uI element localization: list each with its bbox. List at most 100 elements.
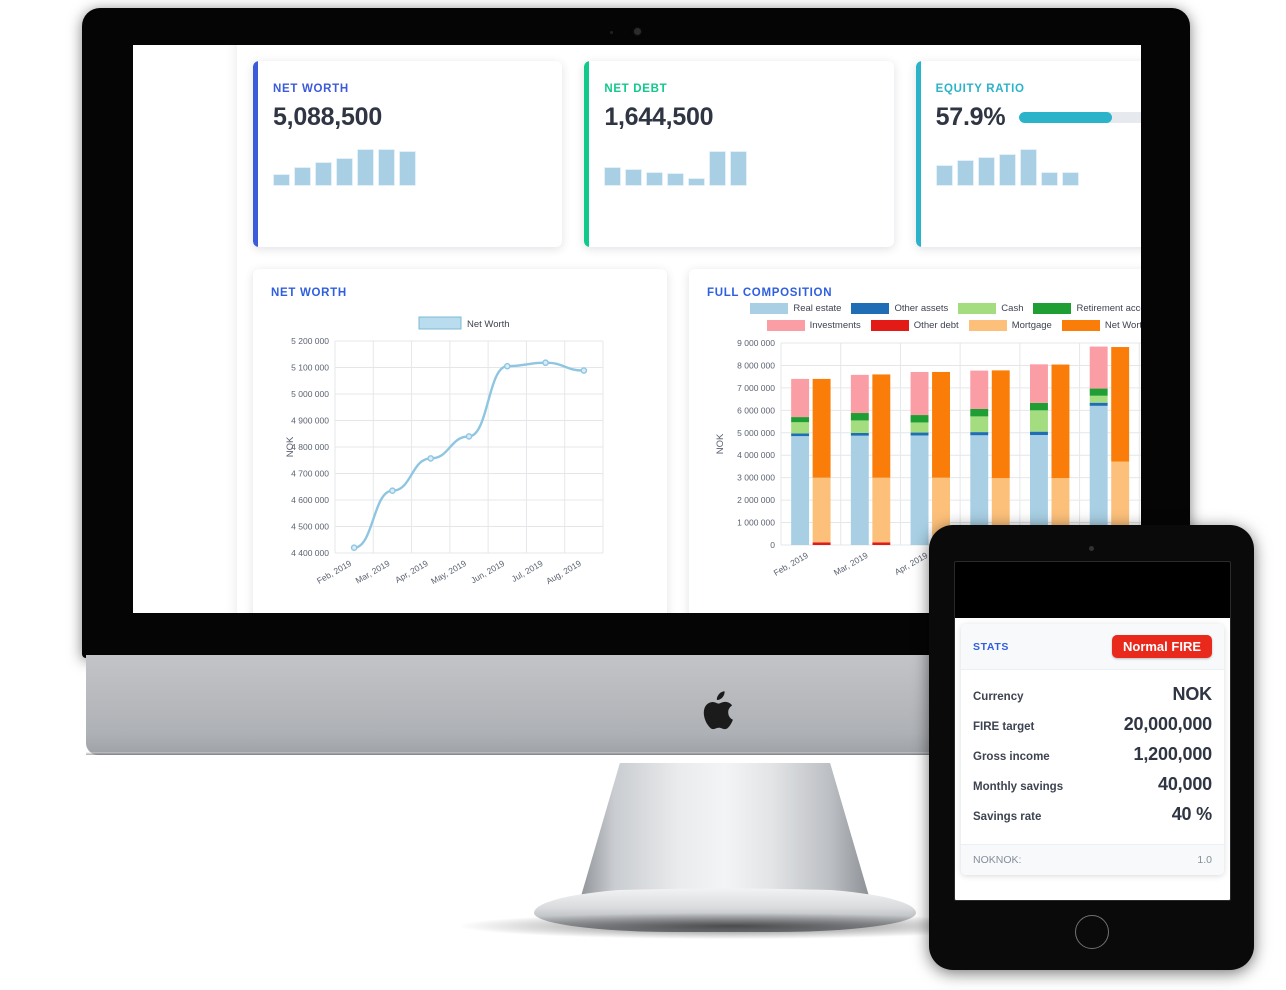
stat-value: 20,000,000: [1123, 714, 1212, 734]
svg-text:Net Worth: Net Worth: [467, 319, 510, 330]
kpi-value-row: 57.9%: [936, 103, 1141, 132]
kpi-value: 57.9%: [935, 103, 1006, 131]
dashboard-sidebar: [133, 45, 237, 613]
svg-text:NOK: NOK: [285, 436, 296, 457]
kpi-card-row: NET WORTH 5,088,500 NET DEBT 1,644,500 E…: [253, 61, 1141, 247]
sparkline-bar: [956, 160, 974, 186]
sparkline-bar: [294, 167, 311, 186]
sparkline-net-debt: [604, 144, 873, 186]
kpi-card-equity-ratio[interactable]: EQUITY RATIO 57.9%: [915, 61, 1141, 247]
stat-row: Monthly savings 40,000: [973, 774, 1212, 795]
svg-text:Apr, 2019: Apr, 2019: [393, 558, 430, 585]
stat-label: Savings rate: [973, 811, 1042, 823]
kpi-card-net-worth[interactable]: NET WORTH 5,088,500: [253, 61, 563, 247]
stat-label: Gross income: [973, 751, 1050, 763]
chart-card-title: FULL COMPOSITION: [707, 287, 833, 299]
legend-swatch: [958, 303, 997, 314]
svg-text:Jun, 2019: Jun, 2019: [469, 558, 507, 585]
stat-value: NOK: [1172, 684, 1213, 704]
kpi-accent-bar: [253, 61, 258, 247]
sparkline-bar: [604, 167, 622, 186]
svg-text:7 000 000: 7 000 000: [737, 383, 775, 393]
currency-rate-value: 1.0: [1197, 854, 1212, 866]
sparkline-bar: [977, 157, 995, 186]
svg-text:Apr, 2019: Apr, 2019: [893, 550, 930, 577]
legend-item[interactable]: Cash: [958, 303, 1023, 314]
svg-text:8 000 000: 8 000 000: [737, 360, 775, 370]
svg-text:May, 2019: May, 2019: [429, 558, 468, 586]
svg-text:3 000 000: 3 000 000: [737, 473, 775, 483]
legend-swatch: [851, 303, 890, 314]
kpi-value-row: 5,088,500: [273, 103, 542, 132]
kpi-card-net-debt[interactable]: NET DEBT 1,644,500: [584, 61, 894, 247]
svg-text:Feb, 2019: Feb, 2019: [315, 558, 353, 586]
camera-icon: [1089, 546, 1094, 551]
fire-status-badge[interactable]: Normal FIRE: [1111, 635, 1212, 658]
sparkline-bar: [667, 173, 685, 186]
sparkline-bar: [399, 151, 416, 186]
currency-rate-label: NOKNOK:: [973, 854, 1022, 866]
sparkline-bar: [730, 151, 748, 186]
svg-text:Mar, 2019: Mar, 2019: [832, 550, 870, 578]
sparkline-bar: [378, 149, 395, 186]
stat-row: Gross income 1,200,000: [973, 744, 1212, 765]
legend-item[interactable]: Other assets: [851, 303, 948, 314]
apple-logo-icon: [703, 691, 733, 730]
svg-text:Mar, 2019: Mar, 2019: [354, 558, 392, 586]
kpi-accent-bar: [584, 61, 590, 247]
legend-swatch: [968, 320, 1007, 331]
legend-item[interactable]: Net Worth: [1061, 320, 1141, 331]
sparkline-bar: [336, 158, 353, 186]
chart-card-title: NET WORTH: [271, 287, 347, 299]
sparkline-bar: [357, 149, 374, 186]
legend-label: Other assets: [894, 303, 949, 314]
svg-text:5 000 000: 5 000 000: [291, 389, 329, 399]
sparkline-bar: [1019, 149, 1037, 186]
svg-text:4 600 000: 4 600 000: [291, 495, 329, 505]
stat-value: 1,200,000: [1133, 744, 1213, 764]
stats-title: STATS: [973, 640, 1010, 653]
svg-text:9 000 000: 9 000 000: [737, 338, 775, 348]
legend-label: Other debt: [913, 320, 959, 331]
imac-shadow: [462, 913, 1002, 939]
stat-row: Savings rate 40 %: [973, 804, 1212, 825]
sparkline-equity-ratio: [935, 144, 1141, 186]
kpi-value-row: 1,644,500: [604, 103, 873, 132]
svg-text:NOK: NOK: [715, 433, 726, 454]
legend-item[interactable]: Mortgage: [968, 320, 1052, 331]
legend-item[interactable]: Retirement accounts: [1033, 303, 1141, 314]
legend-label: Net Worth: [1104, 320, 1141, 331]
stat-label: Currency: [973, 691, 1024, 703]
legend-swatch: [1061, 320, 1100, 331]
stat-row: Currency NOK: [973, 684, 1212, 705]
stat-value: 40,000: [1158, 774, 1212, 794]
sparkline-net-worth: [273, 144, 542, 186]
camera-led-icon: [610, 31, 613, 34]
svg-text:5 100 000: 5 100 000: [291, 363, 329, 373]
net-worth-line-chart: Net Worth 4 400 000 4 500 000 4 600 000 4 70…: [285, 316, 604, 586]
legend-label: Cash: [1001, 303, 1024, 314]
svg-text:1 000 000: 1 000 000: [737, 518, 775, 528]
svg-text:4 900 000: 4 900 000: [291, 416, 329, 426]
kpi-title: EQUITY RATIO: [935, 83, 1025, 95]
home-button[interactable]: [1075, 915, 1109, 949]
camera-icon: [634, 28, 641, 35]
net-worth-plot: Net Worth 4 400 000 4 500 000 4 600 000 4 70…: [271, 303, 649, 613]
sparkline-bar: [709, 151, 727, 186]
legend-item[interactable]: Real estate: [750, 303, 841, 314]
svg-text:6 000 000: 6 000 000: [737, 405, 775, 415]
chart-card-net-worth[interactable]: NET WORTH Net Worth 4 400 000 4 500 000 4 6…: [253, 269, 667, 613]
svg-text:2 000 000: 2 000 000: [737, 495, 775, 505]
svg-text:5 200 000: 5 200 000: [291, 336, 329, 346]
stats-page: STATS Normal FIRE Currency NOK FIRE target…: [955, 618, 1230, 900]
svg-text:4 400 000: 4 400 000: [291, 548, 329, 558]
sparkline-bar: [1040, 172, 1058, 186]
svg-text:Aug, 2019: Aug, 2019: [544, 558, 583, 586]
legend-item[interactable]: Investments: [766, 320, 861, 331]
tablet-screen: STATS Normal FIRE Currency NOK FIRE target…: [954, 561, 1231, 901]
tablet-device: STATS Normal FIRE Currency NOK FIRE target…: [929, 525, 1254, 970]
legend-label: Retirement accounts: [1076, 303, 1141, 314]
stat-label: Monthly savings: [973, 781, 1064, 793]
legend-item[interactable]: Other debt: [870, 320, 959, 331]
sparkline-bar: [625, 169, 643, 186]
